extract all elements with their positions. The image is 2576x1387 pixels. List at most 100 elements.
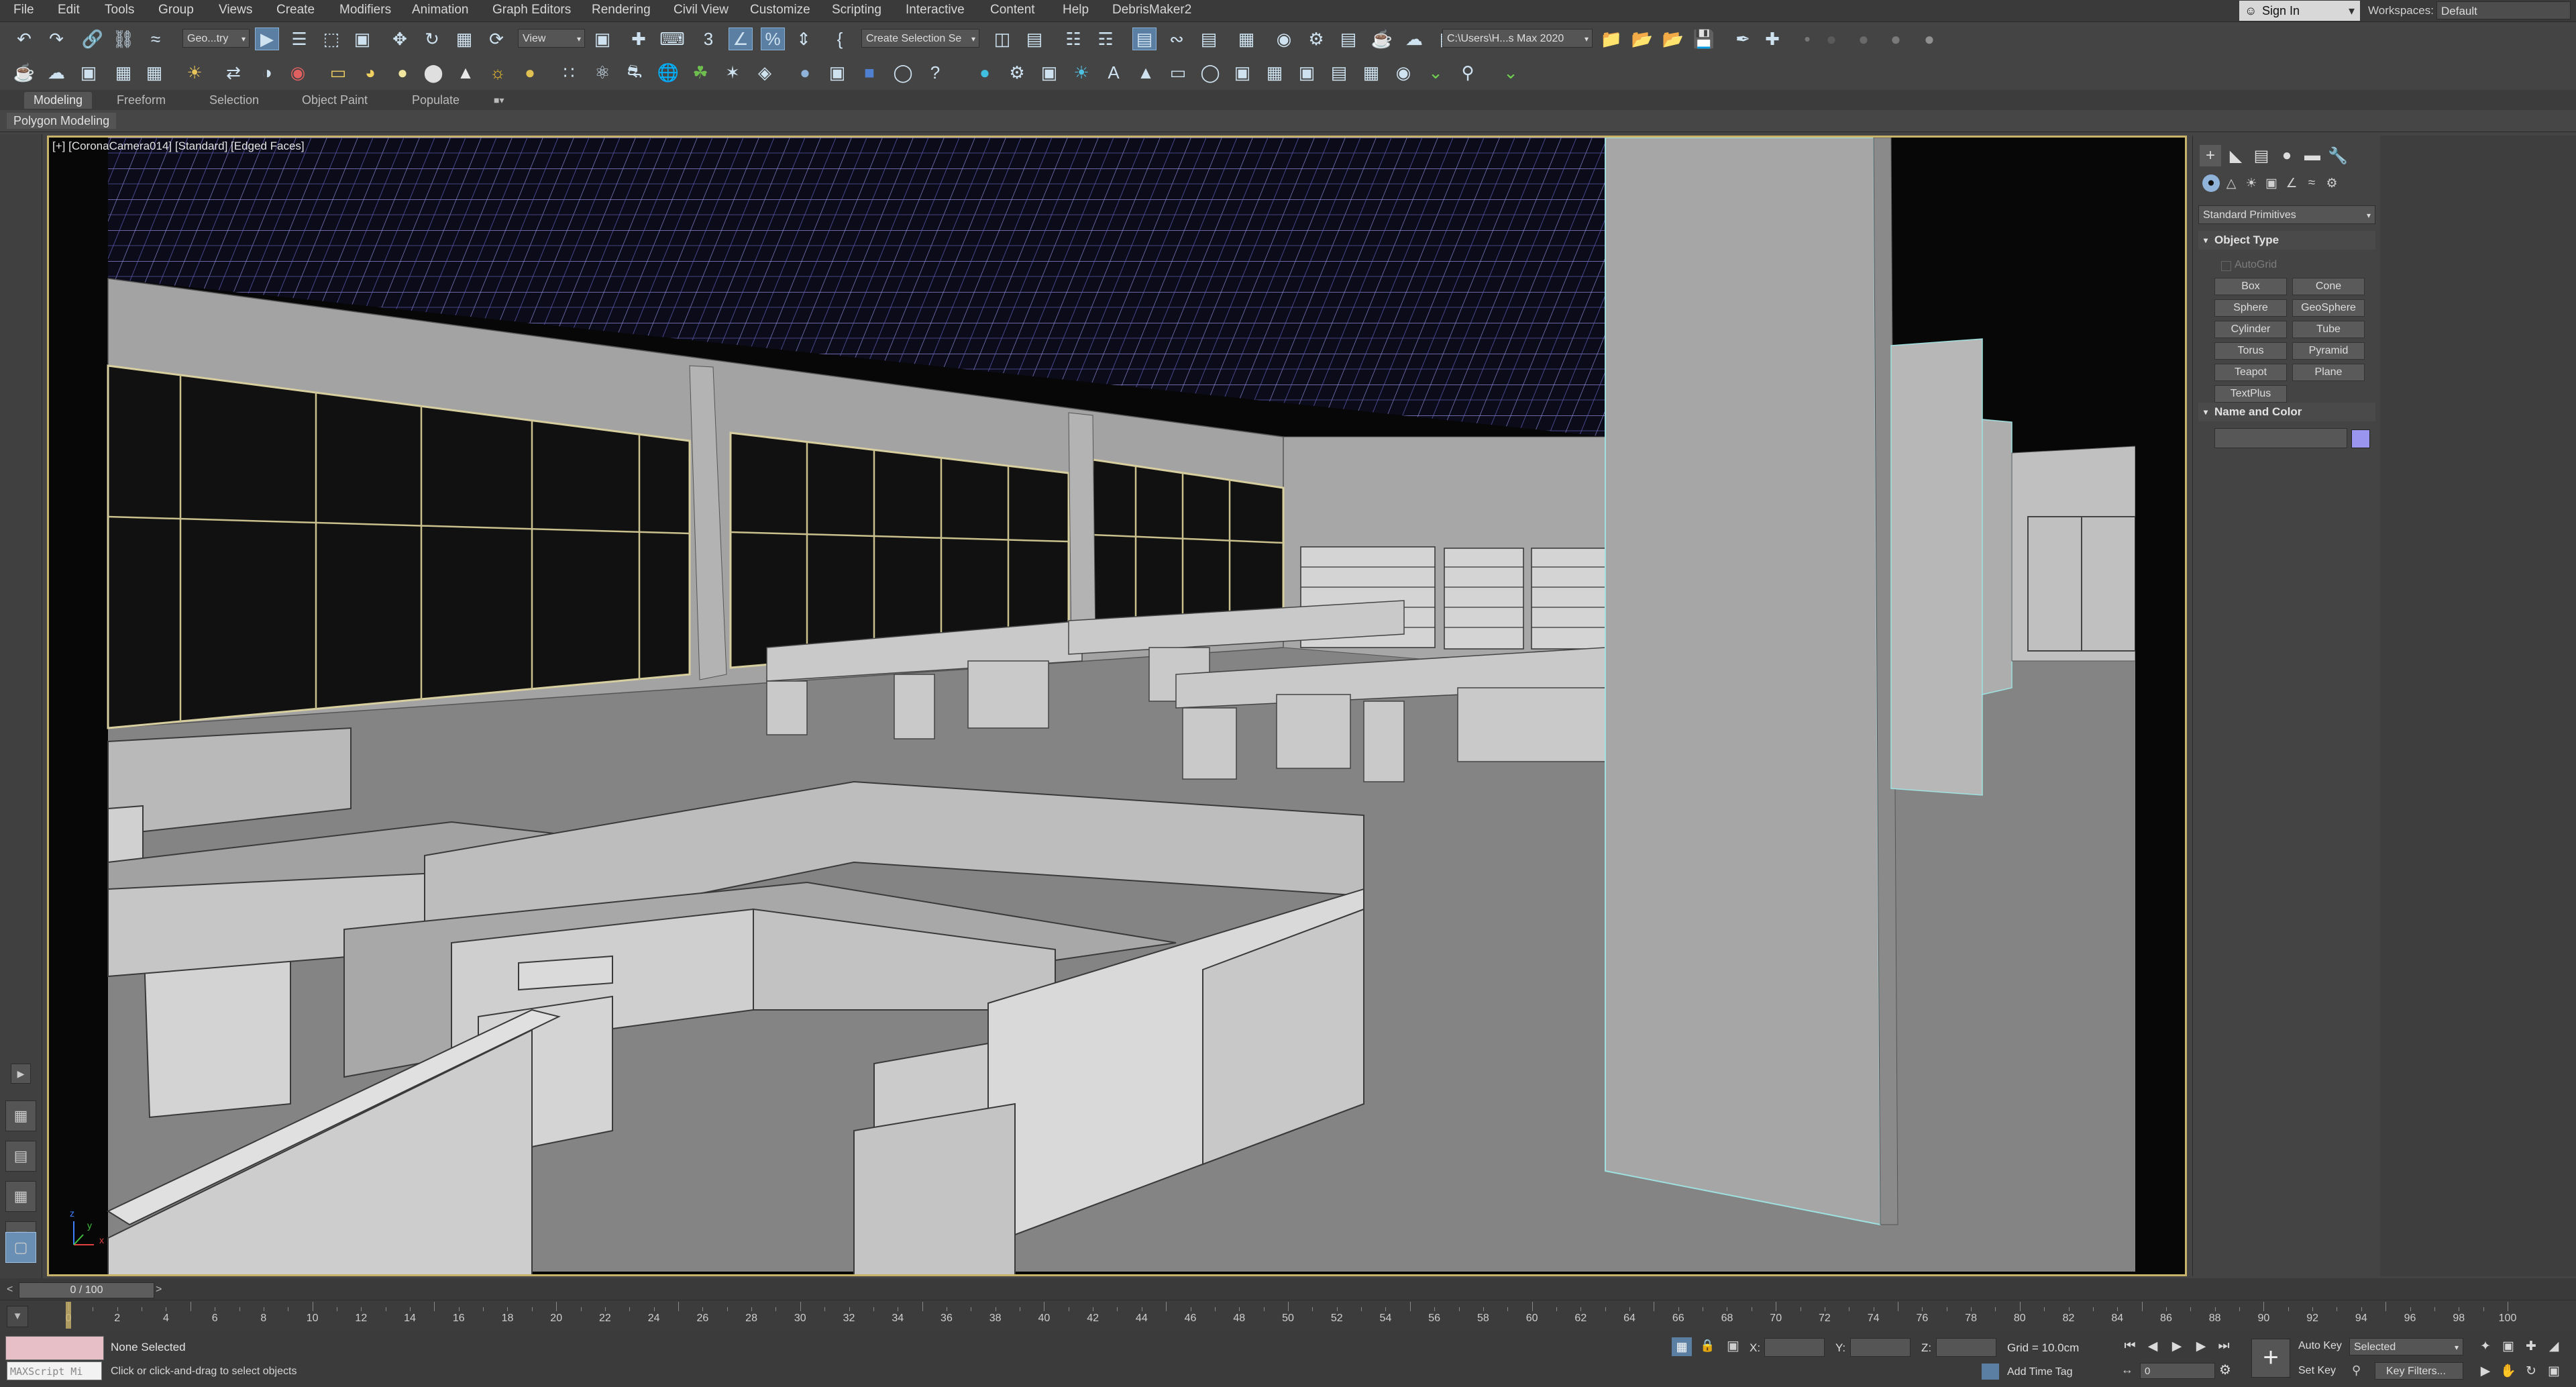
textplus-button[interactable]: TextPlus xyxy=(2214,385,2287,403)
render-iterative-icon[interactable]: ☁ xyxy=(1402,28,1426,50)
name-and-color-rollout[interactable]: ▾ Name and Color xyxy=(2198,403,2375,421)
plant-icon[interactable]: ☘ xyxy=(688,61,712,84)
cube-icon[interactable]: ■ xyxy=(857,61,881,84)
current-frame-field[interactable]: 0 xyxy=(2140,1363,2215,1379)
absolute-mode-icon[interactable]: ▣ xyxy=(1727,1337,1739,1354)
maxscript-mini-listener[interactable]: MAXScript Mi xyxy=(7,1362,102,1380)
box-icon[interactable]: ▣ xyxy=(1295,61,1319,84)
cylinder-button[interactable]: Cylinder xyxy=(2214,321,2287,338)
z-coord-field[interactable] xyxy=(1936,1338,1996,1357)
selection-filter-dropdown[interactable]: Geo...try ▾ xyxy=(182,29,250,48)
text-icon[interactable]: A xyxy=(1102,61,1126,84)
zoom-all-icon[interactable]: ✚ xyxy=(2522,1337,2540,1355)
image-bright-icon[interactable]: ☀ xyxy=(1069,61,1093,84)
save-project-icon[interactable]: 💾 xyxy=(1692,28,1716,50)
layout-three-icon[interactable]: ▦ xyxy=(5,1181,36,1212)
tab-populate[interactable]: Populate xyxy=(402,92,469,109)
circle-icon[interactable]: ● xyxy=(1851,28,1876,50)
ribbon-toggle-icon[interactable]: ▤ xyxy=(1132,28,1157,50)
key-filters-button[interactable]: Key Filters... xyxy=(2375,1362,2463,1380)
render-setup-icon[interactable]: ⚙ xyxy=(1304,28,1328,50)
plane-button[interactable]: Plane xyxy=(2292,364,2365,381)
time-tag-icon[interactable] xyxy=(1982,1364,1999,1380)
teapot-button[interactable]: Teapot xyxy=(2214,364,2287,381)
display-tab-icon[interactable]: ▬ xyxy=(2302,145,2323,166)
scene-explorer-icon[interactable]: ☶ xyxy=(1093,28,1118,50)
bracket-icon[interactable]: ▭ xyxy=(1166,61,1190,84)
dome-light-icon[interactable]: ◕ xyxy=(358,61,382,84)
box-button[interactable]: Box xyxy=(2214,278,2287,295)
add-time-tag-button[interactable]: Add Time Tag xyxy=(2007,1366,2073,1378)
project-folder-dropdown[interactable]: C:\Users\H...s Max 2020 ▾ xyxy=(1442,29,1593,48)
time-slider-thumb[interactable]: 0 / 100 xyxy=(19,1282,154,1298)
orbit-icon[interactable]: ▶ xyxy=(2477,1362,2494,1380)
menu-modifiers[interactable]: Modifiers xyxy=(339,3,391,17)
project-folder-icon[interactable]: 📂 xyxy=(1630,28,1654,50)
record-icon[interactable]: ◯ xyxy=(1198,61,1222,84)
angle-snap-icon[interactable]: ∠ xyxy=(729,28,753,50)
prev-frame-arrow-icon[interactable]: < xyxy=(7,1284,13,1296)
layer-explorer-icon[interactable]: ☷ xyxy=(1061,28,1085,50)
sign-in-dropdown[interactable]: ☺ Sign In ▾ xyxy=(2239,1,2360,21)
select-manipulate-icon[interactable]: ✚ xyxy=(627,28,651,50)
hierarchy-tab-icon[interactable]: ▤ xyxy=(2251,145,2272,166)
create-tab-icon[interactable]: + xyxy=(2200,145,2221,166)
named-selection-dropdown[interactable]: Create Selection Se ▾ xyxy=(861,29,979,48)
utilities-tab-icon[interactable]: 🔧 xyxy=(2327,145,2349,166)
viewport-camera[interactable] xyxy=(47,136,2187,1276)
bind-space-warp-icon[interactable]: ≈ xyxy=(144,28,168,50)
time-slider[interactable] xyxy=(0,1278,2576,1300)
eye-icon[interactable]: ◉ xyxy=(1391,61,1415,84)
pyramid-button[interactable]: Pyramid xyxy=(2292,342,2365,360)
circle-icon[interactable]: ● xyxy=(1884,28,1908,50)
menu-group[interactable]: Group xyxy=(158,3,194,17)
sphere-light-icon[interactable]: ● xyxy=(390,61,415,84)
chaos-icon[interactable]: ✶ xyxy=(720,61,745,84)
y-coord-field[interactable] xyxy=(1850,1338,1911,1357)
render-frame-window-icon[interactable]: ▤ xyxy=(1336,28,1360,50)
tab-modeling[interactable]: Modeling xyxy=(24,92,93,109)
table-icon[interactable]: ▦ xyxy=(142,61,166,84)
dope-sheet-icon[interactable]: ▤ xyxy=(1197,28,1221,50)
menu-edit[interactable]: Edit xyxy=(58,3,80,17)
rectangle-light-icon[interactable]: ▭ xyxy=(326,61,350,84)
torus-button[interactable]: Torus xyxy=(2214,342,2287,360)
percent-snap-icon[interactable]: % xyxy=(761,28,785,50)
category-dropdown[interactable]: Standard Primitives ▾ xyxy=(2198,205,2375,224)
menu-tools[interactable]: Tools xyxy=(105,3,134,17)
zoom-icon[interactable]: ✦ xyxy=(2477,1337,2494,1355)
menu-create[interactable]: Create xyxy=(276,3,315,17)
set-key-mode-button[interactable]: Set Key xyxy=(2298,1365,2336,1377)
tree-icon[interactable]: ▲ xyxy=(1134,61,1158,84)
menu-rendering[interactable]: Rendering xyxy=(592,3,651,17)
cube-split-icon[interactable]: ▦ xyxy=(1359,61,1383,84)
dot-icon[interactable]: ● xyxy=(1819,28,1843,50)
rotate-icon[interactable]: ↻ xyxy=(420,28,444,50)
walk-through-icon[interactable]: ↻ xyxy=(2522,1362,2540,1380)
cone-light-icon[interactable]: ▲ xyxy=(453,61,478,84)
light-icon[interactable]: ☀ xyxy=(182,61,207,84)
material-editor-icon[interactable]: ◉ xyxy=(1272,28,1296,50)
sphere-button[interactable]: Sphere xyxy=(2214,299,2287,317)
converter-icon[interactable]: ▣ xyxy=(825,61,849,84)
layout-single-icon[interactable]: ▢ xyxy=(5,1232,36,1263)
camera-icon[interactable]: ▣ xyxy=(1037,61,1061,84)
viewport-label[interactable]: [+] [CoronaCamera014] [Standard] [Edged … xyxy=(52,140,305,153)
reference-coord-dropdown[interactable]: View ▾ xyxy=(518,29,585,48)
menu-file[interactable]: File xyxy=(13,3,34,17)
menu-views[interactable]: Views xyxy=(219,3,252,17)
pattern-icon[interactable]: ◈ xyxy=(753,61,777,84)
scale-icon[interactable]: ▦ xyxy=(452,28,476,50)
helpers-icon[interactable]: ∠ xyxy=(2283,174,2300,192)
layout-quad-icon[interactable]: ▦ xyxy=(5,1100,36,1131)
previous-frame-icon[interactable]: ◀ xyxy=(2144,1337,2161,1355)
project-icon[interactable]: 📁 xyxy=(1599,28,1623,50)
autogrid-checkbox[interactable] xyxy=(2221,261,2231,271)
next-frame-icon[interactable]: ▶ xyxy=(2192,1337,2210,1355)
tab-object-paint[interactable]: Object Paint xyxy=(292,92,377,109)
redo-icon[interactable]: ↷ xyxy=(44,28,68,50)
dot-icon[interactable]: • xyxy=(1795,28,1819,50)
cloud-icon[interactable]: ☁ xyxy=(44,61,68,84)
sun-icon[interactable]: ☼ xyxy=(486,61,510,84)
key-icon[interactable]: ⚲ xyxy=(2352,1364,2361,1378)
